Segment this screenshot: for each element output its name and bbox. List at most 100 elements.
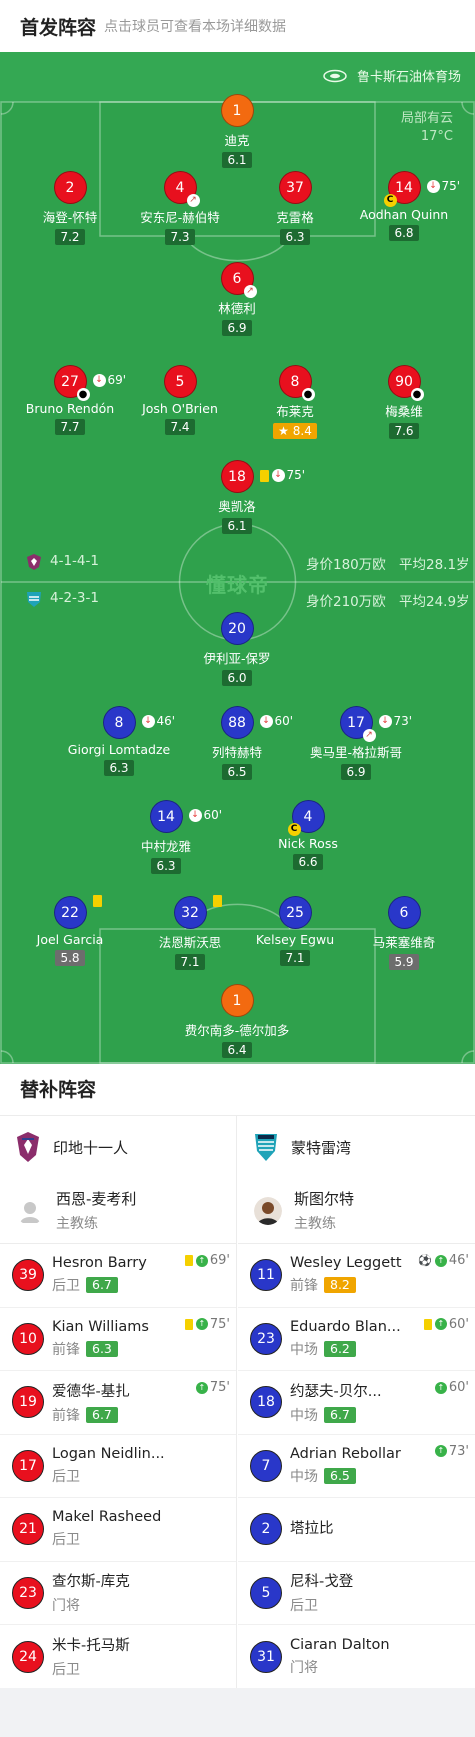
home-player[interactable]: 8 ● 布莱克 ★ 8.4 xyxy=(235,365,355,439)
substitute-row[interactable]: 19 爱德华-基扎 前锋 6.7 ↑ 75' xyxy=(0,1371,236,1435)
player-number: 4 xyxy=(303,809,313,825)
substitute-events: ↑ 75' xyxy=(184,1317,230,1332)
player-events: ↓ 46' xyxy=(141,705,175,738)
substitute-row[interactable]: 24 米卡-托马斯 后卫 xyxy=(0,1625,236,1689)
away-team-row[interactable]: 蒙特雷湾 xyxy=(238,1116,475,1178)
away-player[interactable]: 88 ↓ 60' 列特赫特 6.5 xyxy=(177,706,297,780)
substitute-row[interactable]: 2 塔拉比 xyxy=(238,1498,475,1562)
home-player[interactable]: 2 海登-怀特 7.2 xyxy=(10,171,130,245)
sub-in-icon: ↑ xyxy=(195,1318,208,1330)
player-number-badge: 25 xyxy=(278,896,312,929)
lineup-subtitle: 点击球员可查看本场详细数据 xyxy=(104,19,287,35)
substitute-events: ↑ 75' xyxy=(195,1380,230,1395)
home-player[interactable]: 6 ↗ 林德利 6.9 xyxy=(177,262,297,336)
player-number: 1 xyxy=(232,103,242,119)
substitute-row[interactable]: 7 Adrian Rebollar 中场 6.5 ↑ 73' xyxy=(238,1435,475,1498)
assist-icon: ↗ xyxy=(362,729,376,742)
home-average-age: 平均28.1岁 xyxy=(399,557,470,573)
away-player[interactable]: 6 马莱塞维奇 5.9 xyxy=(344,896,464,970)
player-events: ↓ 73' xyxy=(378,705,412,738)
substitute-info: 查尔斯-库克 门将 xyxy=(52,1570,130,1615)
substitute-info: Hesron Barry 后卫 6.7 xyxy=(52,1255,147,1295)
away-subs-list: 11 Wesley Leggett 前锋 8.2 ⚽ ↑ 46' 23 Eduardo Blan… xyxy=(238,1244,475,1689)
player-rating: 6.4 xyxy=(222,1042,252,1058)
player-rating: 7.3 xyxy=(165,229,195,245)
home-player[interactable]: 1 迪克 6.1 xyxy=(177,94,297,168)
substitute-name: 约瑟夫-贝尔... xyxy=(290,1383,382,1400)
substitute-row[interactable]: 18 约瑟夫-贝尔... 中场 6.7 ↑ 60' xyxy=(238,1371,475,1435)
substitute-info: Ciaran Dalton 门将 xyxy=(290,1637,390,1677)
substitute-events: ↑ 73' xyxy=(434,1444,469,1459)
player-number-badge: 8 ● xyxy=(278,365,315,401)
away-player[interactable]: 32 法恩斯沃思 7.1 xyxy=(130,895,250,970)
substitute-row[interactable]: 17 Logan Neidlin... 后卫 xyxy=(0,1435,236,1498)
player-number: 90 xyxy=(395,374,413,390)
substitute-number: 17 xyxy=(12,1449,44,1482)
player-name: 中村龙雅 xyxy=(140,839,191,854)
away-player[interactable]: 8 ↓ 46' Giorgi Lomtadze 6.3 xyxy=(59,706,179,776)
home-player[interactable]: 27 ● ↓ 69' Bruno Rendón 7.7 xyxy=(10,365,130,435)
away-player[interactable]: 4 C Nick Ross 6.6 xyxy=(248,800,368,870)
player-events xyxy=(212,895,225,907)
player-name: Aodhan Quinn xyxy=(359,207,449,222)
home-team-name: 印地十一人 xyxy=(53,1138,129,1157)
substitute-rating: 8.2 xyxy=(324,1277,356,1294)
player-name: 布莱克 xyxy=(276,404,314,419)
substitute-number: 21 xyxy=(12,1513,44,1546)
home-player[interactable]: 14 C ↓ 75' Aodhan Quinn 6.8 xyxy=(344,171,464,241)
home-player[interactable]: 18 ↓ 75' 奥凯洛 6.1 xyxy=(177,460,305,534)
player-number-badge: 1 xyxy=(220,94,254,127)
player-rating: 6.9 xyxy=(222,320,252,336)
player-number-badge: 6 ↗ xyxy=(220,262,257,298)
away-player[interactable]: 20 伊利亚-保罗 6.0 xyxy=(177,612,297,686)
away-player[interactable]: 22 Joel Garcia 5.8 xyxy=(10,895,130,966)
substitute-row[interactable]: 31 Ciaran Dalton 门将 xyxy=(238,1625,475,1689)
player-number: 22 xyxy=(61,905,79,921)
sub-out-icon: ↓ xyxy=(271,469,285,482)
home-player[interactable]: 5 Josh O'Brien 7.4 xyxy=(120,365,240,435)
away-player[interactable]: 25 Kelsey Egwu 7.1 xyxy=(235,896,355,966)
substitute-row[interactable]: 23 Eduardo Blan... 中场 6.2 ↑ 60' xyxy=(238,1308,475,1371)
away-team-name: 蒙特雷湾 xyxy=(291,1138,352,1157)
home-player[interactable]: 37 克雷格 6.3 xyxy=(235,171,355,245)
away-coach[interactable]: 斯图尔特 主教练 xyxy=(238,1178,475,1244)
home-player[interactable]: 90 ● 梅桑维 7.6 xyxy=(344,365,464,439)
player-number: 14 xyxy=(157,809,175,825)
substitute-number: 39 xyxy=(12,1259,44,1292)
player-name: Kelsey Egwu xyxy=(255,932,335,947)
substitute-row[interactable]: 11 Wesley Leggett 前锋 8.2 ⚽ ↑ 46' xyxy=(238,1244,475,1308)
home-player[interactable]: 4 ↗ 安东尼-赫伯特 7.3 xyxy=(120,171,240,245)
substitute-events: ↑ 60' xyxy=(434,1380,469,1395)
substitute-position: 中场 xyxy=(290,1407,318,1424)
player-number-badge: 18 ↓ 75' xyxy=(220,460,305,493)
substitute-name: Makel Rasheed xyxy=(52,1509,162,1526)
player-name: Josh O'Brien xyxy=(142,401,218,416)
substitute-meta: 门将 xyxy=(290,1657,390,1677)
sub-out-minute: 60' xyxy=(274,714,294,728)
away-player[interactable]: 17 ↗ ↓ 73' 奥马里-格拉斯哥 6.9 xyxy=(296,706,416,780)
sub-in-icon: ↑ xyxy=(434,1254,447,1267)
substitute-position: 后卫 xyxy=(52,1278,80,1295)
assist-icon: ↗ xyxy=(186,194,200,207)
away-player[interactable]: 14 ↓ 60' 中村龙雅 6.3 xyxy=(106,800,226,874)
substitute-rating: 6.5 xyxy=(324,1467,356,1484)
substitute-row[interactable]: 23 查尔斯-库克 门将 xyxy=(0,1562,236,1625)
sub-in-icon: ↑ xyxy=(434,1381,447,1394)
player-rating: 5.9 xyxy=(389,954,419,970)
away-player[interactable]: 1 费尔南多-德尔加多 6.4 xyxy=(177,984,297,1058)
substitute-row[interactable]: 39 Hesron Barry 后卫 6.7 ↑ 69' xyxy=(0,1244,236,1308)
substitute-row[interactable]: 21 Makel Rasheed 后卫 xyxy=(0,1498,236,1562)
yellow-card-icon xyxy=(212,895,222,907)
home-team-info: 4-1-4-1 身价180万欧 平均28.1岁 xyxy=(0,553,475,575)
substitute-row[interactable]: 10 Kian Williams 前锋 6.3 ↑ 75' xyxy=(0,1308,236,1371)
substitute-row[interactable]: 5 尼科-戈登 后卫 xyxy=(238,1562,475,1625)
stadium-name: 鲁卡斯石油体育场 xyxy=(356,70,461,85)
sub-out-icon: ↓ xyxy=(259,715,273,728)
home-coach[interactable]: 西恩-麦考利 主教练 xyxy=(0,1178,236,1244)
player-rating: 6.3 xyxy=(151,858,181,874)
weather-condition: 局部有云 xyxy=(400,111,453,126)
player-events: ↓ 60' xyxy=(188,799,222,832)
substitute-meta: 门将 xyxy=(52,1595,130,1615)
sub-out-icon: ↓ xyxy=(426,180,440,193)
home-team-row[interactable]: 印地十一人 xyxy=(0,1116,236,1178)
